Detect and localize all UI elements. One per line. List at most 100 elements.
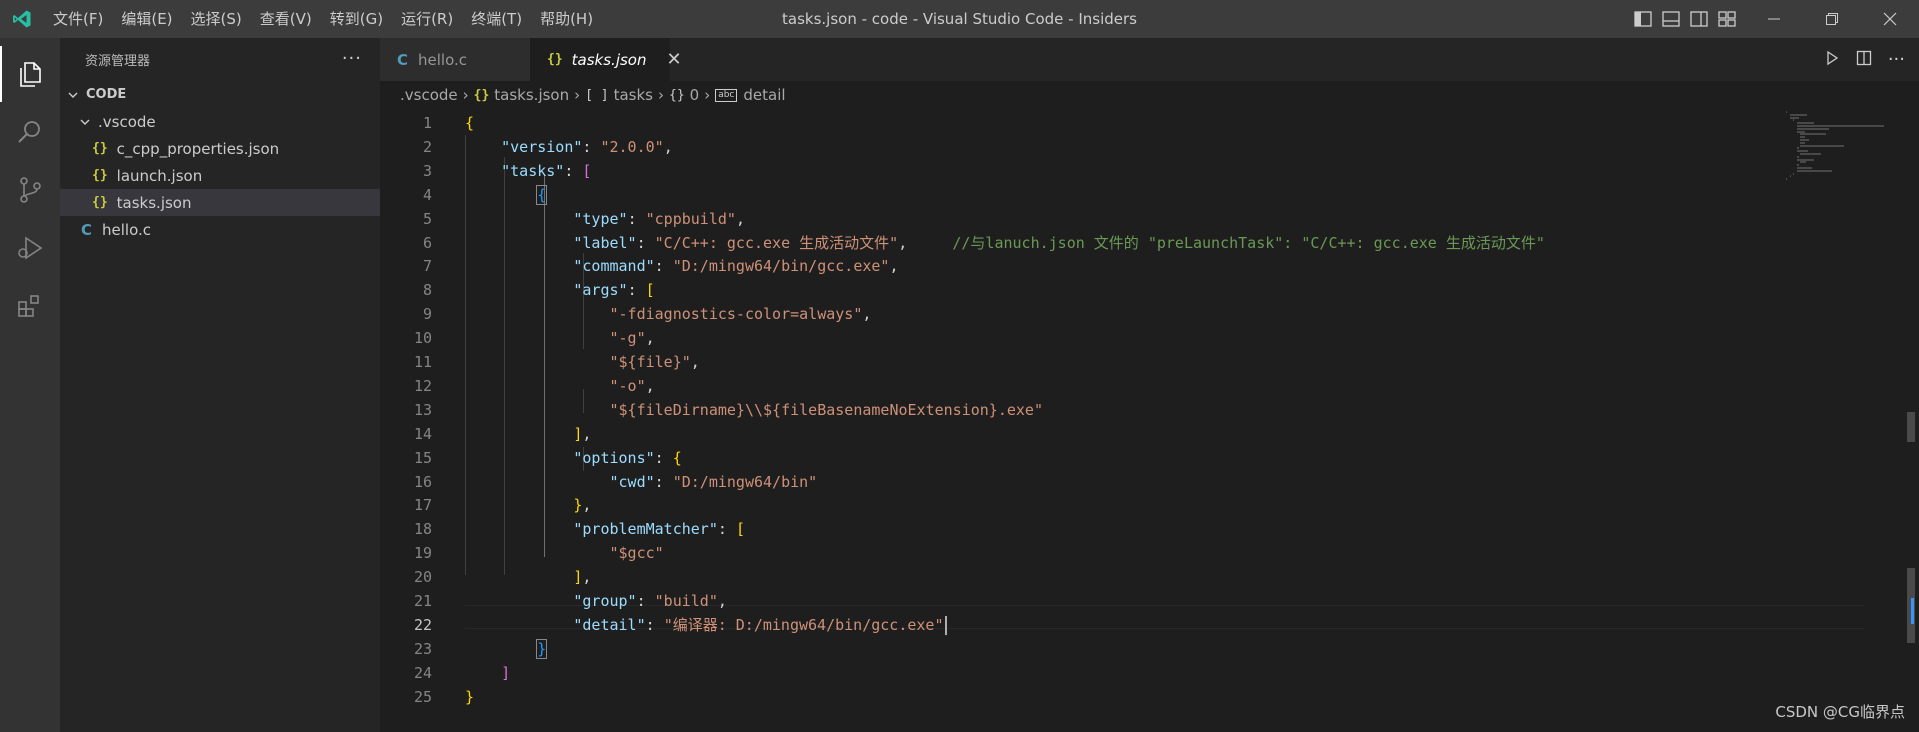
vscode-insiders-logo-icon[interactable] <box>0 0 44 38</box>
menu-file[interactable]: 文件(F) <box>44 0 112 38</box>
code-editor[interactable]: 1{2 "version": "2.0.0", 3 "tasks": [4 {5 … <box>380 109 1919 732</box>
toggle-secondary-sidebar-icon[interactable] <box>1690 11 1708 27</box>
line-number: 9 <box>422 305 432 324</box>
code-line[interactable]: 22 "detail": "编译器: D:/mingw64/bin/gcc.ex… <box>380 613 1780 637</box>
code-line[interactable]: 10 "-g", <box>380 326 1780 350</box>
minimap-line <box>1796 122 1814 125</box>
tab-tasks-json[interactable]: {} tasks.json ✕ <box>530 38 682 81</box>
code-line[interactable]: 23 } <box>380 637 1780 661</box>
code-line[interactable]: 17 }, <box>380 493 1780 517</box>
code-text: "options": { <box>573 448 682 467</box>
code-text: "args": [ <box>573 281 655 300</box>
close-tab-button[interactable]: ✕ <box>666 49 681 70</box>
code-text: "problemMatcher": [ <box>573 520 745 539</box>
editor-actions: ··· <box>1824 38 1905 81</box>
toggle-primary-sidebar-icon[interactable] <box>1634 11 1652 27</box>
breadcrumb-array[interactable]: tasks <box>614 86 653 104</box>
tree-item-vscode-folder[interactable]: .vscode <box>60 108 398 135</box>
code-text: ] <box>501 663 511 682</box>
tree-item-c-cpp-properties[interactable]: {} c_cpp_properties.json <box>60 135 412 162</box>
line-number: 20 <box>413 568 432 587</box>
code-text: } <box>465 687 475 706</box>
code-text: "type": "cppbuild", <box>573 209 745 228</box>
code-line[interactable]: 13 "${fileDirname}\\${fileBasenameNoExte… <box>380 398 1780 422</box>
menu-help[interactable]: 帮助(H) <box>531 0 602 38</box>
toggle-panel-icon[interactable] <box>1662 11 1680 27</box>
line-number: 17 <box>413 496 432 515</box>
tree-item-hello-c[interactable]: C hello.c <box>60 216 401 243</box>
line-number: 10 <box>413 329 432 348</box>
breadcrumb-property[interactable]: detail <box>743 86 785 104</box>
extensions-activity[interactable] <box>0 278 60 334</box>
code-line[interactable]: 9 "-fdiagnostics-color=always", <box>380 302 1780 326</box>
minimap-line <box>1800 161 1806 164</box>
tree-item-label: launch.json <box>116 166 203 185</box>
code-line[interactable]: 19 "$gcc" <box>380 541 1780 565</box>
search-activity[interactable] <box>0 104 60 160</box>
title-bar: 文件(F) 编辑(E) 选择(S) 查看(V) 转到(G) 运行(R) 终端(T… <box>0 0 1919 38</box>
menu-run[interactable]: 运行(R) <box>392 0 462 38</box>
code-line[interactable]: 16 "cwd": "D:/mingw64/bin" <box>380 470 1780 494</box>
code-text: "cwd": "D:/mingw64/bin" <box>609 472 818 491</box>
workspace-root[interactable]: CODE <box>60 81 386 108</box>
code-line[interactable]: 24 ] <box>380 661 1780 685</box>
code-line[interactable]: 3 "tasks": [ <box>380 159 1780 183</box>
line-number: 3 <box>422 161 432 180</box>
breadcrumb-file[interactable]: tasks.json <box>494 86 569 104</box>
run-code-button[interactable] <box>1824 50 1840 70</box>
minimap-line <box>1800 141 1805 144</box>
editor-tabs: C hello.c {} tasks.json ✕ ··· <box>380 38 1919 81</box>
menu-terminal[interactable]: 终端(T) <box>462 0 531 38</box>
minimap[interactable] <box>1786 109 1906 269</box>
run-debug-activity[interactable] <box>0 220 60 276</box>
menu-go[interactable]: 转到(G) <box>321 0 392 38</box>
string-symbol-icon: abc <box>715 88 738 102</box>
code-line[interactable]: 18 "problemMatcher": [ <box>380 517 1780 541</box>
close-window-button[interactable] <box>1861 0 1919 38</box>
code-line[interactable]: 21 "group": "build", <box>380 589 1780 613</box>
minimap-line <box>1796 150 1808 153</box>
code-line[interactable]: 4 { <box>380 183 1780 207</box>
json-file-icon: {} <box>92 141 108 156</box>
code-line[interactable]: 7 "command": "D:/mingw64/bin/gcc.exe", <box>380 254 1780 278</box>
more-editor-actions-button[interactable]: ··· <box>1888 49 1905 70</box>
tab-hello-c[interactable]: C hello.c <box>380 38 530 81</box>
code-line[interactable]: 11 "${file}", <box>380 350 1780 374</box>
code-line[interactable]: 20 ], <box>380 565 1780 589</box>
customize-layout-icon[interactable] <box>1718 11 1736 27</box>
tree-item-tasks-json[interactable]: {} tasks.json <box>60 189 412 216</box>
minimap-line <box>1796 164 1799 167</box>
code-text: "label": "C/C++: gcc.exe 生成活动文件", //与lan… <box>573 233 1545 252</box>
breadcrumb: .vscode › {} tasks.json › [ ] tasks › {}… <box>380 81 1919 109</box>
code-line[interactable]: 2 "version": "2.0.0", <box>380 135 1780 159</box>
code-text: { <box>465 114 475 132</box>
code-line[interactable]: 14 ], <box>380 422 1780 446</box>
code-line[interactable]: 5 "type": "cppbuild", <box>380 207 1780 231</box>
menu-edit[interactable]: 编辑(E) <box>112 0 181 38</box>
array-symbol-icon: [ ] <box>585 87 609 103</box>
tree-item-label: .vscode <box>98 112 156 131</box>
minimap-line <box>1796 158 1814 161</box>
run-debug-icon <box>18 236 43 260</box>
tree-item-launch-json[interactable]: {} launch.json <box>60 162 412 189</box>
split-editor-button[interactable] <box>1856 50 1872 70</box>
files-icon <box>20 62 41 87</box>
code-line[interactable]: 12 "-o", <box>380 374 1780 398</box>
breadcrumb-folder[interactable]: .vscode <box>400 86 458 104</box>
tree-item-label: tasks.json <box>116 193 192 212</box>
minimize-button[interactable] <box>1745 0 1803 38</box>
menu-selection[interactable]: 选择(S) <box>182 0 251 38</box>
minimap-line <box>1800 144 1844 147</box>
code-line[interactable]: 6 "label": "C/C++: gcc.exe 生成活动文件", //与l… <box>380 231 1780 255</box>
breadcrumb-index[interactable]: 0 <box>690 86 700 104</box>
code-line[interactable]: 8 "args": [ <box>380 278 1780 302</box>
code-line[interactable]: 1{ <box>380 111 1780 135</box>
code-line[interactable]: 15 "options": { <box>380 446 1780 470</box>
tree-item-label: hello.c <box>102 220 152 239</box>
explorer-activity[interactable] <box>0 46 60 102</box>
restore-button[interactable] <box>1803 0 1861 38</box>
code-line[interactable]: 25} <box>380 685 1780 709</box>
source-control-activity[interactable] <box>0 162 60 218</box>
more-actions-button[interactable]: ··· <box>342 48 362 69</box>
menu-view[interactable]: 查看(V) <box>251 0 321 38</box>
